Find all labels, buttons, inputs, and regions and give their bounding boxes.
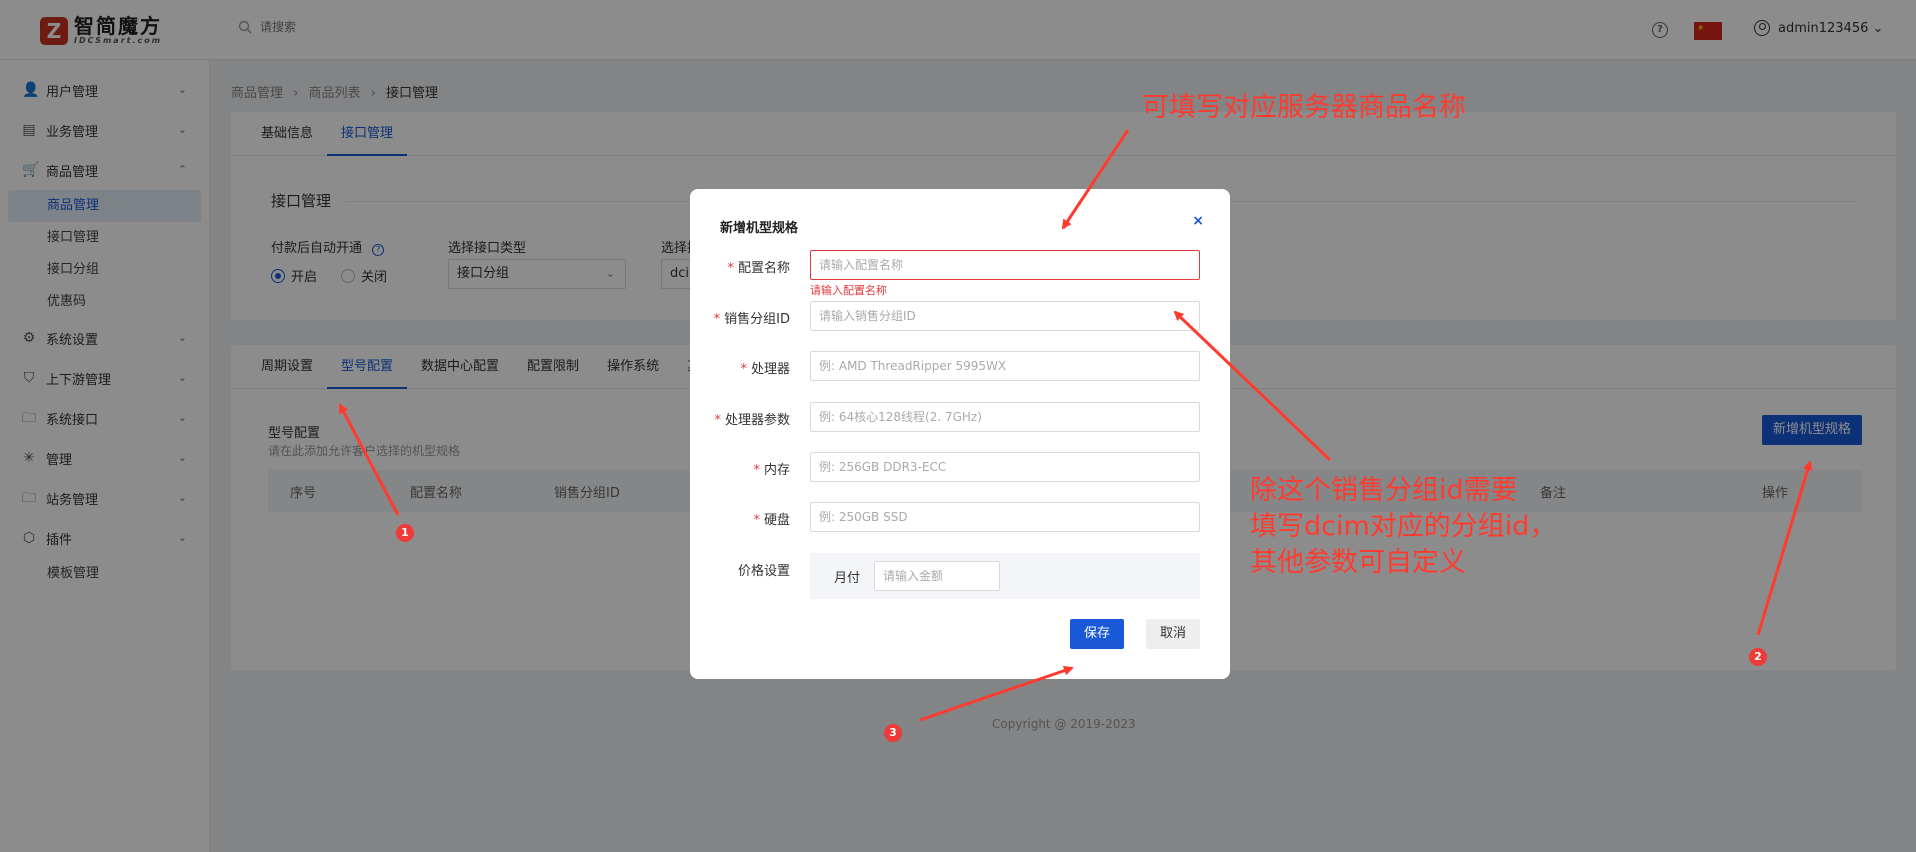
group-id-label: * 销售分组ID: [713, 312, 790, 327]
annotation-group-id-note: 除这个销售分组id需要 填写dcim对应的分组id， 其他参数可自定义: [1250, 473, 1556, 581]
memory-label: * 内存: [753, 463, 790, 478]
cpu-params-label: * 处理器参数: [714, 413, 790, 428]
price-settings-label: 价格设置: [737, 564, 790, 579]
annotation-line: 其他参数可自定义: [1250, 547, 1466, 578]
cancel-button[interactable]: 取消: [1146, 619, 1200, 649]
step-badge-3: 3: [884, 724, 902, 742]
add-model-dialog: 新增机型规格 × *配置名称 请输入配置名称 *销售分组ID *处理器 *处理器…: [690, 189, 1230, 679]
annotation-line: 除这个销售分组id需要: [1250, 475, 1518, 506]
annotation-product-name: 可填写对应服务器商品名称: [1142, 92, 1466, 123]
disk-input[interactable]: [810, 502, 1200, 532]
close-icon[interactable]: ×: [1192, 213, 1204, 229]
group-id-input[interactable]: [810, 301, 1200, 331]
price-settings-box: 月付: [810, 553, 1200, 599]
cpu-input[interactable]: [810, 351, 1200, 381]
config-name-input[interactable]: [810, 250, 1200, 280]
save-button[interactable]: 保存: [1070, 619, 1124, 649]
config-name-error: 请输入配置名称: [810, 284, 887, 297]
price-period-label: 月付: [834, 571, 861, 586]
price-amount-input[interactable]: [874, 561, 1000, 591]
cpu-label: * 处理器: [740, 362, 790, 377]
step-badge-1: 1: [396, 524, 414, 542]
annotation-line: 填写dcim对应的分组id，: [1250, 511, 1557, 542]
memory-input[interactable]: [810, 452, 1200, 482]
disk-label: * 硬盘: [753, 513, 790, 528]
cpu-params-input[interactable]: [810, 402, 1200, 432]
dialog-title: 新增机型规格: [720, 221, 799, 236]
config-name-label: * 配置名称: [727, 261, 790, 276]
step-badge-2: 2: [1749, 648, 1767, 666]
